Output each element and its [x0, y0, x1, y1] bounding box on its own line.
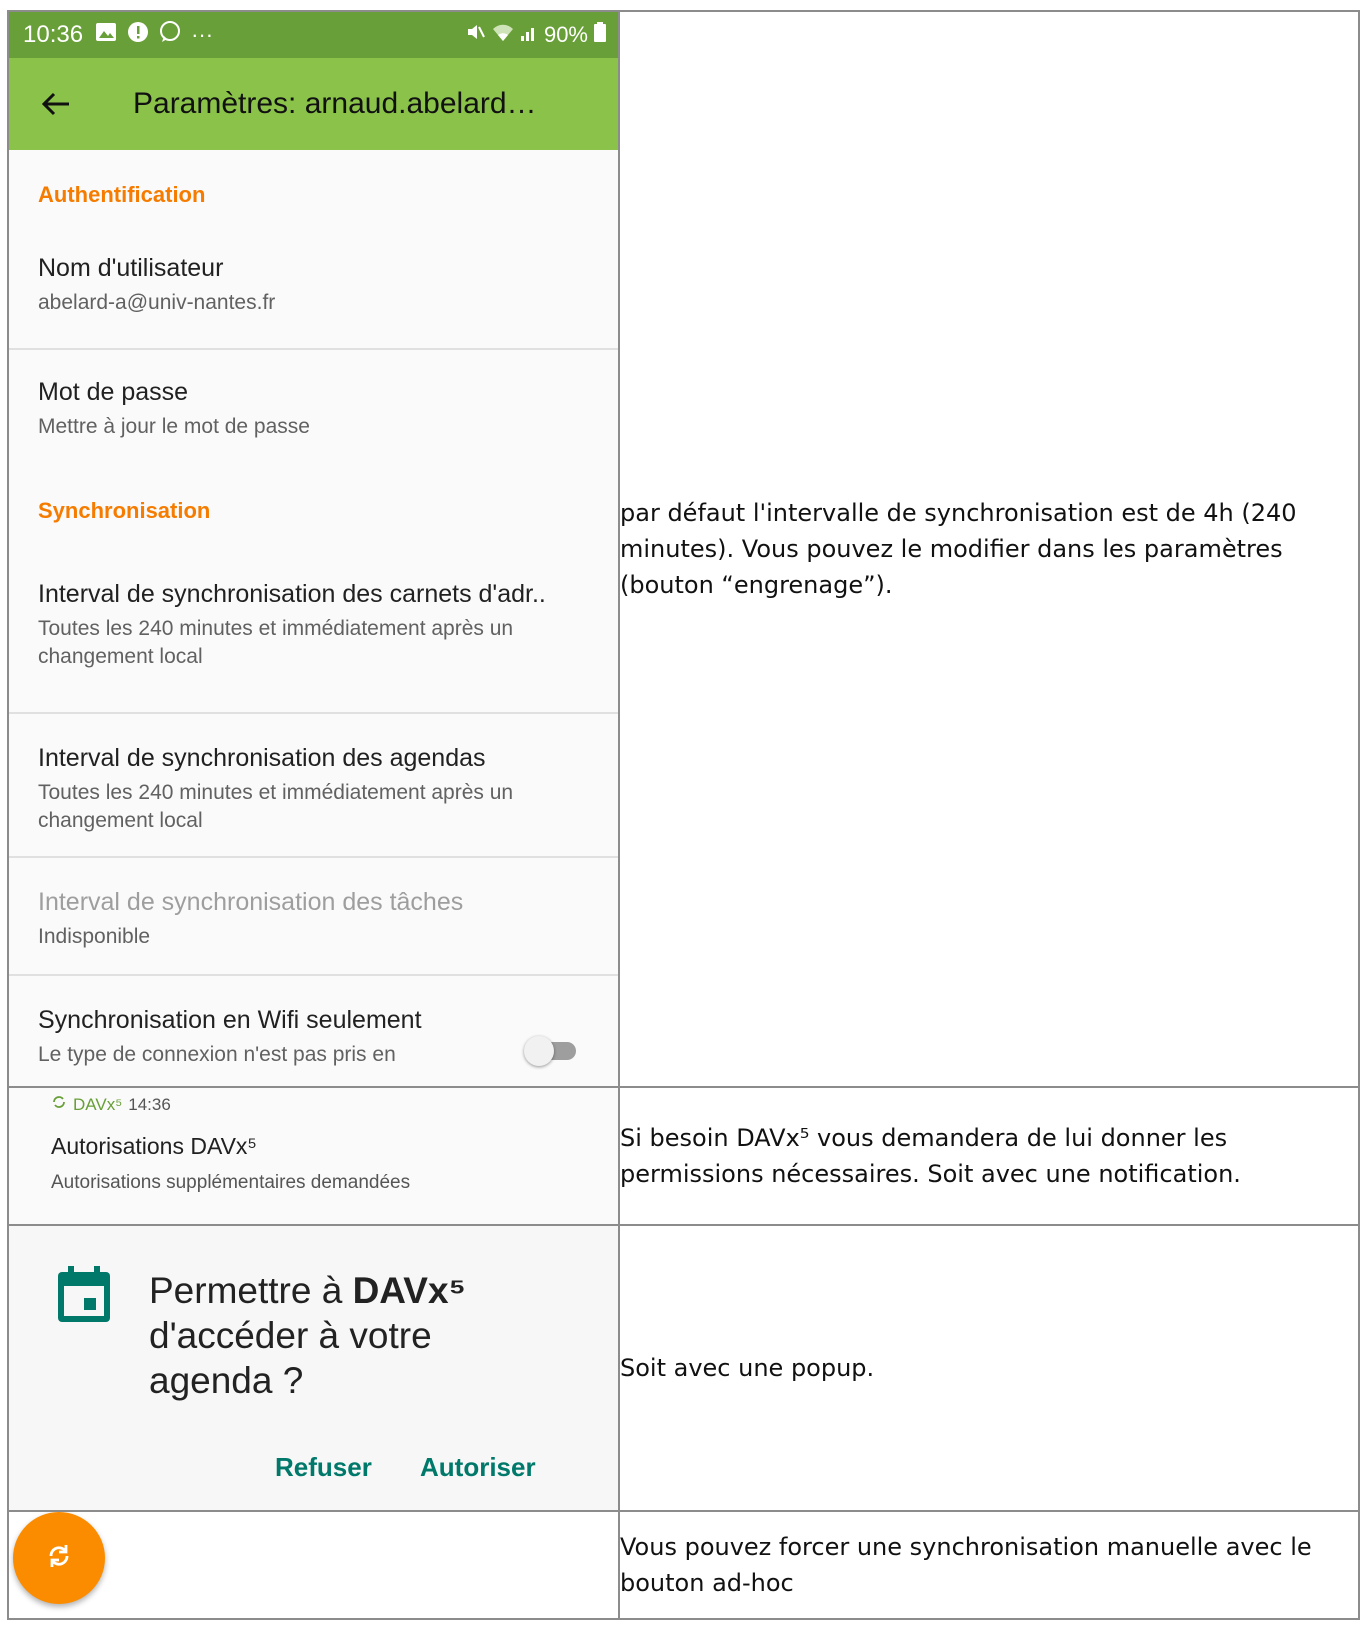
notification-screenshot-cell: DAVx⁵ 14:36 Autorisations DAVx⁵ Autorisa…	[7, 1086, 620, 1226]
whatsapp-icon	[159, 21, 181, 49]
deny-button[interactable]: Refuser	[275, 1452, 372, 1483]
allow-button[interactable]: Autoriser	[420, 1452, 536, 1483]
status-time: 10:36	[23, 21, 84, 48]
toggle-knob	[524, 1036, 554, 1066]
pref-tasks-interval: Interval de synchronisation des tâches I…	[9, 858, 618, 974]
table-row: 10:36 ··· 90% Paramètres: arnaud.abelard…	[7, 10, 1360, 1088]
table-row: Permettre à DAVx⁵ d'accéder à votre agen…	[7, 1224, 1360, 1512]
notification-app-name: DAVx⁵	[73, 1094, 123, 1114]
description-cell: Si besoin DAVx⁵ vous demandera de lui do…	[618, 1086, 1360, 1226]
notification-title: Autorisations DAVx⁵	[51, 1133, 257, 1159]
sync-icon	[44, 1541, 74, 1575]
status-notification-icons: ···	[95, 21, 213, 49]
pref-username[interactable]: Nom d'utilisateur abelard-a@univ-nantes.…	[9, 226, 618, 348]
pref-contacts-interval[interactable]: Interval de synchronisation des carnets …	[9, 554, 618, 712]
toolbar-title: Paramètres: arnaud.abelard…	[133, 87, 537, 120]
pref-wifi-only[interactable]: Synchronisation en Wifi seulement Le typ…	[9, 976, 618, 1086]
sync-fab-area	[9, 1512, 618, 1618]
sync-now-button[interactable]	[13, 1512, 105, 1604]
pref-password[interactable]: Mot de passe Mettre à jour le mot de pas…	[9, 350, 618, 468]
table-row: Vous pouvez forcer une synchronisation m…	[7, 1510, 1360, 1620]
battery-icon	[594, 22, 606, 48]
sync-icon	[51, 1094, 67, 1115]
pref-title: Synchronisation en Wifi seulement	[38, 1006, 422, 1034]
pref-title: Interval de synchronisation des agendas	[38, 744, 486, 772]
pref-summary: Le type de connexion n'est pas pris en	[38, 1043, 396, 1066]
mute-icon	[466, 22, 486, 48]
pref-calendars-interval[interactable]: Interval de synchronisation des agendas …	[9, 714, 618, 856]
dialog-message-line3: agenda ?	[149, 1360, 304, 1401]
status-bar: 10:36 ··· 90%	[9, 12, 618, 58]
description-cell: par défaut l'intervalle de synchronisati…	[618, 10, 1360, 1088]
notification-text: Autorisations supplémentaires demandées	[51, 1172, 411, 1193]
permission-notification[interactable]: DAVx⁵ 14:36 Autorisations DAVx⁵ Autorisa…	[9, 1088, 618, 1224]
pref-title: Mot de passe	[38, 378, 189, 406]
section-header-synchronisation: Synchronisation	[38, 498, 211, 523]
dialog-message-line2: d'accéder à votre	[149, 1315, 432, 1356]
status-more-dots: ···	[191, 22, 214, 47]
pref-title: Interval de synchronisation des carnets …	[38, 580, 546, 608]
description-cell: Vous pouvez forcer une synchronisation m…	[618, 1510, 1360, 1620]
dialog-message: Permettre à DAVx⁵ d'accéder à votre agen…	[149, 1268, 466, 1403]
pref-summary: Toutes les 240 minutes et immédiatement …	[38, 781, 514, 832]
description-cell: Soit avec une popup.	[618, 1224, 1360, 1512]
pref-summary: Mettre à jour le mot de passe	[38, 415, 310, 438]
pref-summary: abelard-a@univ-nantes.fr	[38, 291, 276, 314]
settings-screen: 10:36 ··· 90% Paramètres: arnaud.abelard…	[9, 12, 618, 1086]
wifi-only-toggle[interactable]	[524, 1036, 576, 1066]
wifi-icon	[492, 22, 514, 48]
alert-icon	[127, 21, 149, 49]
dialog-message-prefix: Permettre à	[149, 1270, 353, 1311]
pref-title: Interval de synchronisation des tâches	[38, 888, 464, 916]
fab-screenshot-cell	[7, 1510, 620, 1620]
notification-time: 14:36	[128, 1094, 171, 1114]
settings-screenshot-cell: 10:36 ··· 90% Paramètres: arnaud.abelard…	[7, 10, 620, 1088]
table-row: DAVx⁵ 14:36 Autorisations DAVx⁵ Autorisa…	[7, 1086, 1360, 1226]
calendar-icon	[56, 1266, 112, 1329]
app-toolbar: Paramètres: arnaud.abelard…	[9, 58, 618, 150]
signal-icon	[520, 22, 538, 48]
status-system-icons: 90%	[466, 22, 606, 48]
pref-title: Nom d'utilisateur	[38, 254, 224, 282]
section-header-authentification: Authentification	[38, 182, 206, 207]
gallery-icon	[95, 22, 117, 48]
dialog-screenshot-cell: Permettre à DAVx⁵ d'accéder à votre agen…	[7, 1224, 620, 1512]
pref-summary: Indisponible	[38, 925, 151, 948]
pref-summary: Toutes les 240 minutes et immédiatement …	[38, 617, 514, 668]
permission-dialog: Permettre à DAVx⁵ d'accéder à votre agen…	[9, 1226, 618, 1510]
dialog-app-name: DAVx⁵	[352, 1270, 466, 1311]
doc-table: 10:36 ··· 90% Paramètres: arnaud.abelard…	[7, 10, 1360, 1620]
back-arrow-icon[interactable]	[41, 91, 77, 117]
battery-percent: 90%	[543, 22, 588, 47]
notification-header: DAVx⁵ 14:36	[51, 1094, 171, 1115]
